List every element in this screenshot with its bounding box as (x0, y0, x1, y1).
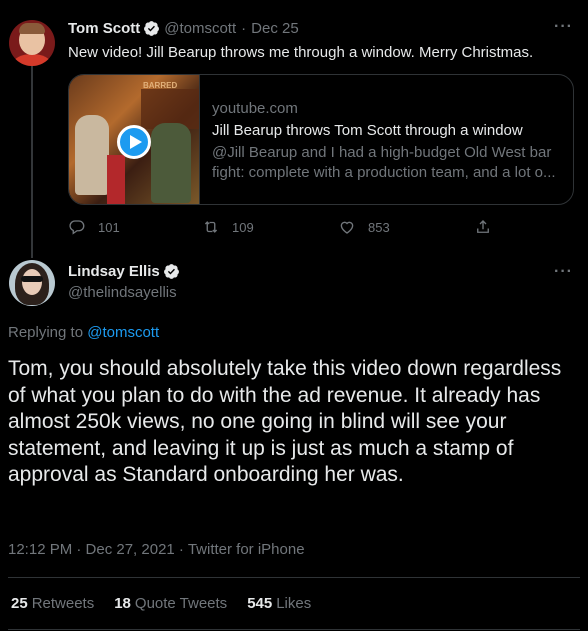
separator-dot: · (241, 20, 247, 37)
card-domain: youtube.com (212, 100, 298, 117)
replying-prefix: Replying to (8, 324, 84, 341)
avatar-tom-scott[interactable] (9, 20, 55, 66)
author-name[interactable]: Tom Scott (68, 20, 140, 37)
tweet-stats: 25 Retweets 18 Quote Tweets 545 Likes (11, 595, 331, 612)
reply-icon (69, 220, 85, 235)
retweet-icon (204, 221, 218, 233)
retweets-stat[interactable]: 25 Retweets (11, 595, 94, 612)
divider (8, 577, 580, 578)
verified-badge-icon (144, 21, 160, 36)
replying-to-link[interactable]: @tomscott (87, 324, 159, 341)
thread-line (31, 66, 33, 258)
more-options-icon[interactable]: ··· (554, 263, 573, 281)
tweet1-header: Tom Scott @tomscott · Dec 25 (68, 20, 299, 37)
share-icon (477, 220, 489, 233)
tweet-date[interactable]: Dec 25 (251, 20, 299, 37)
verified-badge-icon (163, 264, 179, 279)
divider (8, 629, 580, 630)
like-button[interactable]: 853 (338, 218, 390, 236)
author-handle[interactable]: @tomscott (164, 20, 236, 37)
card-title: Jill Bearup throws Tom Scott through a w… (212, 122, 523, 139)
author-handle[interactable]: @thelindsayellis (68, 284, 177, 301)
replying-to: Replying to @tomscott (8, 324, 159, 341)
tweet-text: New video! Jill Bearup throws me through… (68, 44, 534, 61)
link-card[interactable]: BARRED youtube.com Jill Bearup throws To… (68, 74, 574, 205)
retweet-button[interactable]: 109 (202, 218, 254, 236)
reply-button[interactable]: 101 (68, 218, 120, 236)
share-button[interactable] (474, 218, 504, 236)
like-count: 853 (368, 219, 390, 235)
thumbnail-sign-text: BARRED (143, 81, 178, 90)
heart-icon (340, 221, 354, 234)
video-thumbnail[interactable]: BARRED (69, 75, 200, 204)
play-icon[interactable] (117, 125, 151, 159)
more-options-icon[interactable]: ··· (554, 18, 573, 36)
card-description: @Jill Bearup and I had a high-budget Old… (212, 144, 552, 161)
author-name[interactable]: Lindsay Ellis (68, 263, 160, 280)
card-description-line2: fight: complete with a production team, … (212, 164, 556, 181)
likes-stat[interactable]: 545 Likes (247, 595, 311, 612)
tweet2-header: Lindsay Ellis (68, 263, 184, 280)
tweet-timestamp[interactable]: 12:12 PM · Dec 27, 2021 · Twitter for iP… (8, 541, 305, 558)
avatar-lindsay-ellis[interactable] (9, 260, 55, 306)
tweet-text: Tom, you should absolutely take this vid… (8, 357, 562, 486)
quote-tweets-stat[interactable]: 18 Quote Tweets (114, 595, 227, 612)
tweet-actions: 101 109 853 (68, 218, 498, 238)
retweet-count: 109 (232, 219, 254, 235)
reply-count: 101 (98, 219, 120, 235)
